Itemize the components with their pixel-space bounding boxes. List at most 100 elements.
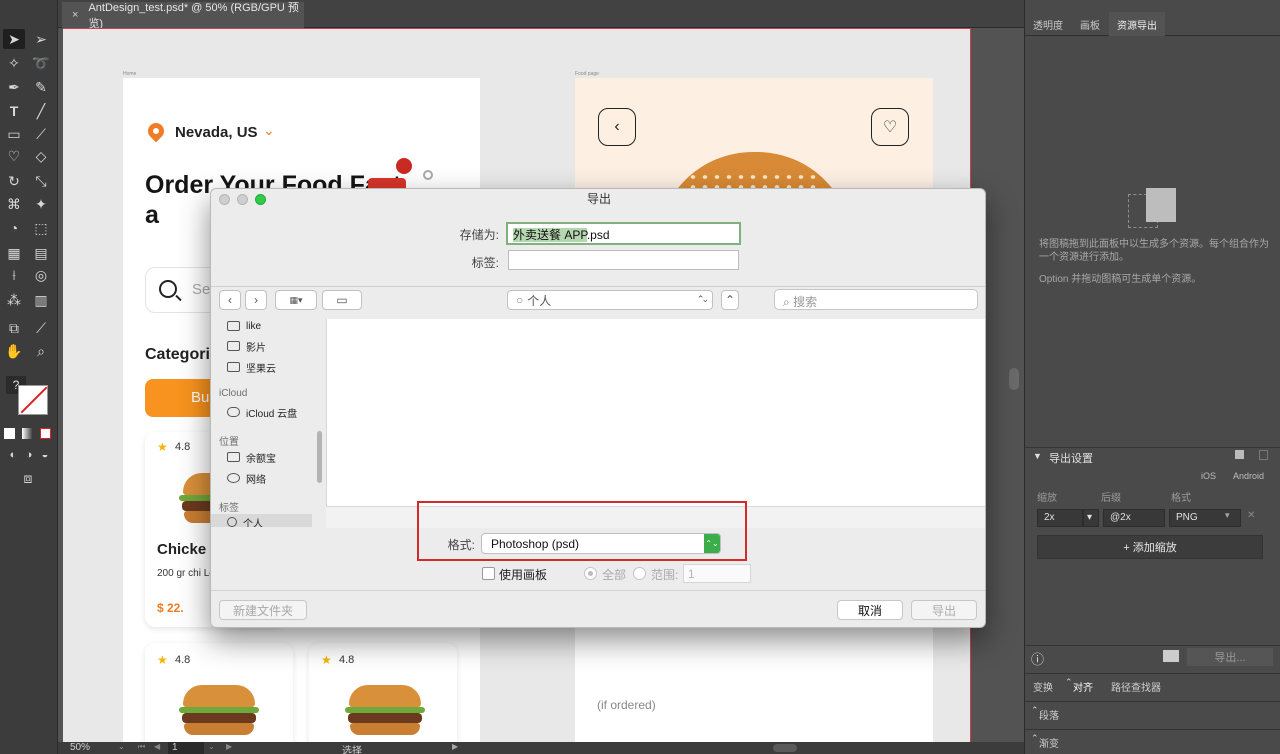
current-tool-name: 选择 — [342, 746, 362, 754]
tab-transform[interactable]: 变换 — [1033, 679, 1053, 694]
view-mode-button[interactable]: ▦▾ — [275, 290, 317, 310]
pen-icon[interactable]: ✒ — [3, 77, 25, 97]
collapse-icon[interactable]: ⌃ — [1031, 733, 1039, 744]
artboard-number[interactable]: 1 — [168, 742, 204, 754]
new-folder-icon[interactable]: ▭ — [322, 290, 362, 310]
fill-swatch[interactable] — [18, 385, 48, 415]
tab-asset-export[interactable]: 资源导出 — [1109, 12, 1165, 36]
asset-help-text-option: Option 并拖动图稿可生成单个资源。 — [1039, 274, 1202, 285]
zoom-level[interactable]: 50% — [70, 742, 90, 753]
export-queue-icon[interactable] — [1163, 650, 1179, 662]
ios-preset[interactable]: iOS — [1201, 471, 1216, 481]
canvas-scroll-thumb[interactable] — [1009, 368, 1019, 390]
export-button[interactable]: 导出... — [1187, 648, 1273, 666]
gradient-label: 渐变 — [1039, 739, 1059, 750]
horizontal-scroll-thumb[interactable] — [773, 744, 797, 752]
expand-dialog-button[interactable]: ⌃ — [721, 290, 739, 310]
eraser-icon[interactable]: ◇ — [30, 146, 52, 166]
sidebar-item-movies[interactable]: 影片 — [227, 338, 266, 354]
new-folder-button[interactable]: 新建文件夹 — [219, 600, 307, 620]
type-icon[interactable]: T — [3, 101, 25, 121]
color-mode-icon[interactable] — [4, 428, 15, 439]
use-artboard-checkbox[interactable] — [482, 567, 495, 580]
pin-icon[interactable]: ✦ — [30, 194, 52, 214]
screen-mode-icon[interactable]: ⧈ — [17, 468, 39, 488]
sidebar-item-yuebao[interactable]: 余额宝 — [227, 449, 276, 465]
gradient-tool-icon[interactable]: ▤ — [30, 243, 52, 263]
direct-selection-tool-icon[interactable]: ➢ — [30, 29, 52, 49]
scale-icon[interactable]: ⤡ — [30, 171, 52, 191]
location-select[interactable]: ○ 个人 ⌃⌄ — [507, 290, 713, 310]
gradient-mode-icon[interactable] — [22, 428, 33, 439]
range-radio[interactable] — [633, 567, 646, 580]
close-tab-icon[interactable]: × — [72, 9, 78, 21]
sidebar-item-like[interactable]: like — [227, 319, 261, 334]
next-artboard-icon[interactable]: ▶ — [226, 742, 232, 751]
panel-menu-icon[interactable] — [1235, 450, 1244, 459]
lasso-icon[interactable]: ➰ — [30, 53, 52, 73]
file-browser[interactable] — [326, 319, 985, 506]
play-icon[interactable]: ▶ — [452, 742, 458, 751]
none-mode-icon[interactable] — [40, 428, 51, 439]
info-icon[interactable]: ⓘ — [1031, 649, 1044, 668]
graph-icon[interactable]: ▥ — [30, 290, 52, 310]
tab-transparency[interactable]: 透明度 — [1025, 12, 1071, 36]
prev-artboard-icon[interactable]: ◀ — [154, 742, 160, 751]
range-input[interactable]: 1 — [683, 564, 751, 583]
sidebar-item-network[interactable]: 网络 — [227, 470, 266, 486]
perspective-icon[interactable]: ▦ — [3, 243, 25, 263]
first-artboard-icon[interactable]: ⏮ — [138, 742, 145, 752]
brush-icon[interactable]: ⟋ — [30, 124, 52, 144]
line-icon[interactable]: ╱ — [30, 101, 52, 121]
filename-input[interactable]: 外卖送餐 APP.psd — [506, 222, 741, 245]
shaper-icon[interactable]: ♡ — [3, 146, 25, 166]
live-paint-icon[interactable]: ⬚ — [30, 218, 52, 238]
symbol-sprayer-icon[interactable]: ⁂ — [3, 290, 25, 310]
trash-icon[interactable] — [1259, 450, 1268, 460]
gradient-panel[interactable]: ⌃ 渐变 — [1025, 729, 1280, 753]
export-button[interactable]: 导出 — [911, 600, 977, 620]
back-button[interactable]: ‹ — [219, 290, 241, 310]
magic-wand-icon[interactable]: ✧ — [3, 53, 25, 73]
artboard-tool-icon[interactable]: ⧉ — [3, 318, 25, 338]
selection-tool-icon[interactable]: ➤ — [3, 29, 25, 49]
forward-button[interactable]: › — [245, 290, 267, 310]
sidebar-item-icloud-drive[interactable]: iCloud 云盘 — [227, 404, 297, 420]
document-tab[interactable]: × AntDesign_test.psd* @ 50% (RGB/GPU 预览) — [62, 2, 304, 30]
shape-builder-icon[interactable]: ◔ — [3, 218, 25, 238]
sidebar-item-personal[interactable]: 个人 — [227, 514, 263, 527]
scale-field[interactable]: 2x — [1037, 509, 1083, 527]
curvature-icon[interactable]: ✎ — [30, 77, 52, 97]
search-field[interactable]: ⌕ 搜索 — [774, 289, 978, 310]
hand-icon[interactable]: ✋ — [3, 341, 25, 361]
sidebar-scrollbar[interactable] — [317, 431, 322, 483]
all-radio[interactable] — [584, 567, 597, 580]
collapse-icon[interactable]: ⌃ — [1031, 705, 1039, 716]
warp-icon[interactable]: ⌘ — [3, 194, 25, 214]
tags-input[interactable] — [508, 250, 739, 270]
paragraph-panel[interactable]: ⌃ 段落 — [1025, 701, 1280, 725]
export-settings-arrow-icon[interactable]: ▼ — [1033, 451, 1042, 461]
cancel-button[interactable]: 取消 — [837, 600, 903, 620]
zoom-dropdown-icon[interactable]: ⌄ — [118, 742, 125, 751]
android-preset[interactable]: Android — [1233, 471, 1264, 481]
add-scale-button[interactable]: + 添加缩放 — [1037, 535, 1263, 559]
scale-dropdown-icon[interactable]: ▾ — [1083, 509, 1099, 527]
draw-inside-icon[interactable]: ◒ — [34, 445, 56, 465]
zoom-icon[interactable]: ⌕ — [30, 341, 52, 361]
tab-pathfinder[interactable]: 路径查找器 — [1111, 679, 1161, 694]
format-select[interactable]: PNG — [1169, 509, 1241, 527]
search-icon — [159, 280, 177, 298]
remove-scale-icon[interactable]: ✕ — [1247, 510, 1255, 521]
tab-artboards[interactable]: 画板 — [1072, 12, 1108, 36]
rotate-icon[interactable]: ↻ — [3, 171, 25, 191]
sidebar-item-jianguoyun[interactable]: 坚果云 — [227, 359, 276, 375]
slice-icon[interactable]: ⟋ — [30, 318, 52, 338]
tab-align[interactable]: 对齐 — [1073, 679, 1093, 694]
eyedropper-icon[interactable]: ⟊ — [3, 265, 25, 285]
artboard-dropdown-icon[interactable]: ⌄ — [208, 742, 215, 751]
format-dropdown-icon[interactable]: ▾ — [1225, 510, 1230, 521]
suffix-field[interactable]: @2x — [1103, 509, 1165, 527]
rectangle-icon[interactable]: ▭ — [3, 124, 25, 144]
blend-icon[interactable]: ◎ — [30, 265, 52, 285]
